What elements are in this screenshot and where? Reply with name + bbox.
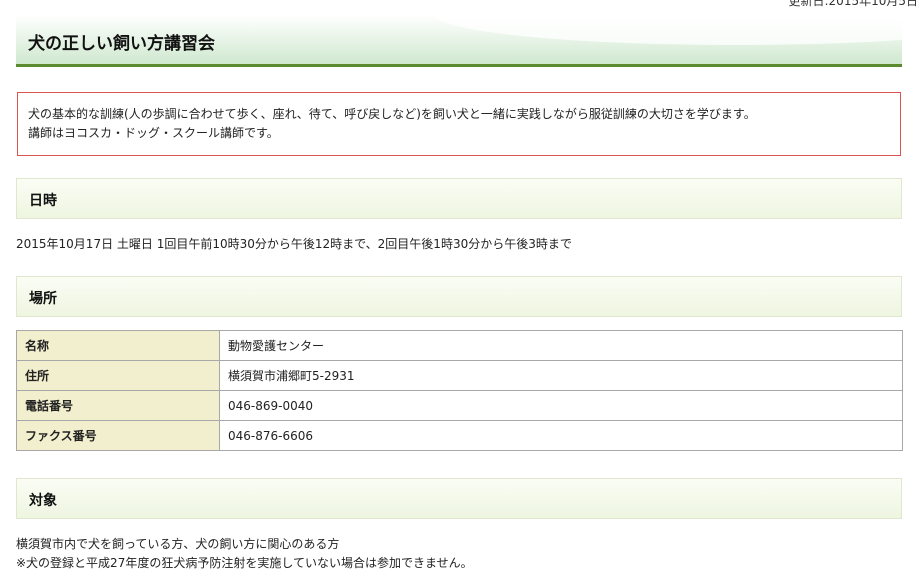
page-title: 犬の正しい飼い方講習会 bbox=[28, 34, 215, 54]
table-row: 電話番号 046-869-0040 bbox=[16, 390, 903, 421]
section-datetime-heading: 日時 bbox=[16, 178, 902, 219]
title-decoration bbox=[436, 15, 902, 45]
place-table: 名称 動物愛護センター 住所 横須賀市浦郷町5-2931 電話番号 046-86… bbox=[16, 330, 903, 451]
row-label: 名称 bbox=[16, 330, 220, 361]
notice-line-1: 犬の基本的な訓練(人の歩調に合わせて歩く、座れ、待て、呼び戻しなど)を飼い犬と一… bbox=[28, 107, 756, 121]
datetime-text: 2015年10月17日 土曜日 1回目午前10時30分から午後12時まで、2回目… bbox=[16, 237, 572, 251]
row-value: 046-869-0040 bbox=[219, 390, 903, 421]
section-target-heading: 対象 bbox=[16, 478, 902, 519]
table-row: 住所 横須賀市浦郷町5-2931 bbox=[16, 360, 903, 391]
place-heading: 場所 bbox=[29, 291, 57, 307]
row-value: 046-876-6606 bbox=[219, 420, 903, 451]
datetime-heading: 日時 bbox=[29, 193, 57, 209]
table-row: ファクス番号 046-876-6606 bbox=[16, 420, 903, 451]
table-row: 名称 動物愛護センター bbox=[16, 330, 903, 361]
notice-line-2: 講師はヨコスカ・ドッグ・スクール講師です。 bbox=[28, 126, 279, 140]
row-value: 動物愛護センター bbox=[219, 330, 903, 361]
row-value: 横須賀市浦郷町5-2931 bbox=[219, 360, 903, 391]
target-text: 横須賀市内で犬を飼っている方、犬の飼い方に関心のある方 ※犬の登録と平成27年度… bbox=[16, 535, 473, 573]
target-line-2: ※犬の登録と平成27年度の狂犬病予防注射を実施していない場合は参加できません。 bbox=[16, 556, 473, 570]
page-title-bar: 犬の正しい飼い方講習会 bbox=[16, 15, 902, 67]
notice-box: 犬の基本的な訓練(人の歩調に合わせて歩く、座れ、待て、呼び戻しなど)を飼い犬と一… bbox=[17, 92, 901, 156]
row-label: ファクス番号 bbox=[16, 420, 220, 451]
row-label: 電話番号 bbox=[16, 390, 220, 421]
target-line-1: 横須賀市内で犬を飼っている方、犬の飼い方に関心のある方 bbox=[16, 537, 340, 551]
updated-date: 更新日:2015年10月5日 bbox=[788, 0, 919, 8]
section-place-heading: 場所 bbox=[16, 276, 902, 317]
target-heading: 対象 bbox=[29, 493, 57, 509]
row-label: 住所 bbox=[16, 360, 220, 391]
